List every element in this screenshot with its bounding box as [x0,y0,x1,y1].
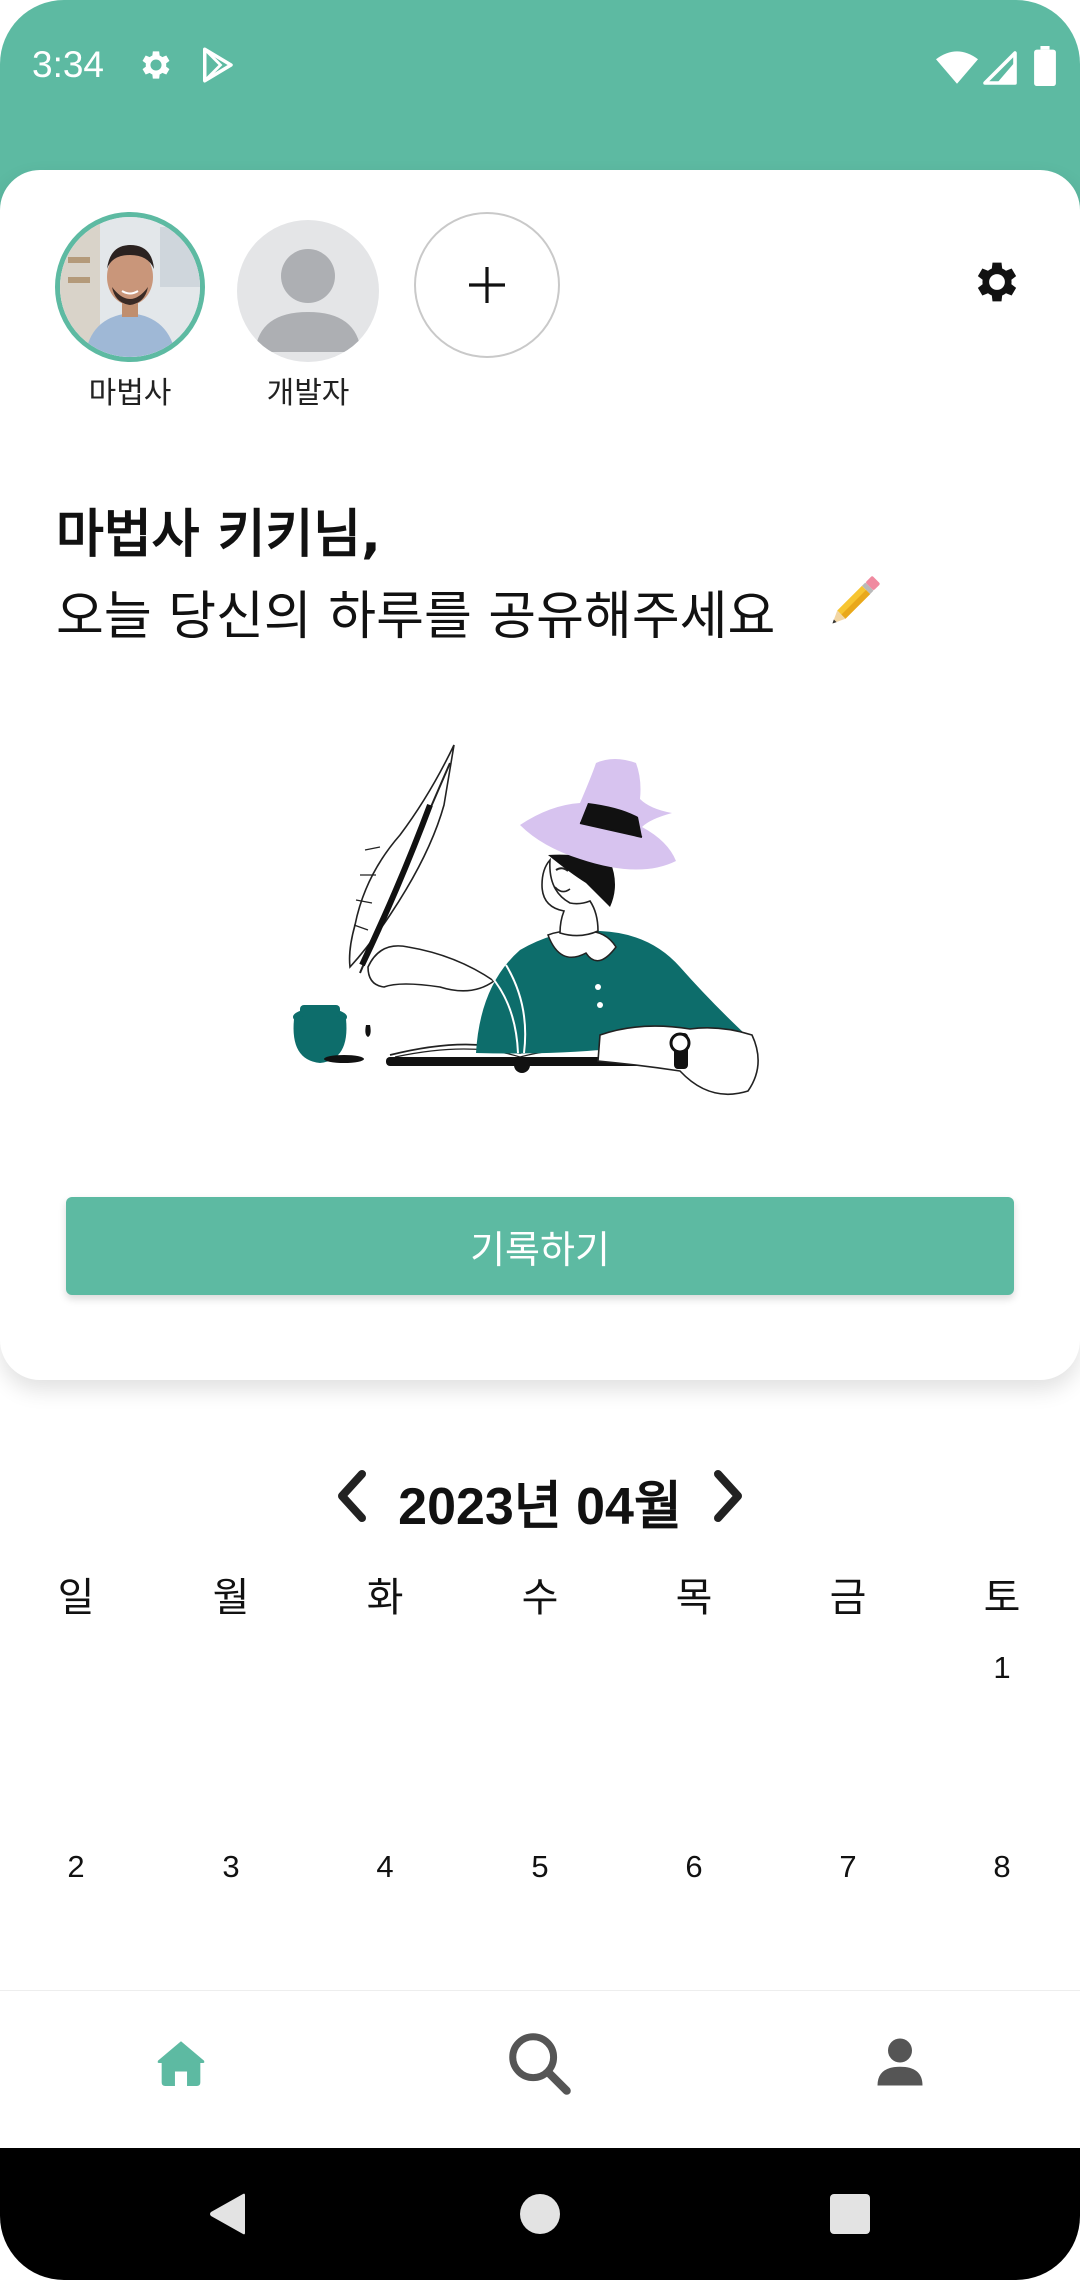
battery-icon [1034,46,1056,86]
bottom-navigation [0,1990,1080,2148]
status-time: 3:34 [32,44,105,85]
search-icon [509,2033,571,2095]
greeting-title: 마법사 키키님, [56,505,381,565]
weekday-thu: 목 [675,1575,713,1621]
nav-home[interactable] [141,2023,221,2103]
weekday-fri: 금 [829,1575,867,1621]
calendar-day[interactable]: 5 [500,1849,580,1885]
greeting-subtitle: 오늘 당신의 하루를 공유해주세요 [56,587,776,647]
profile-name: 개발자 [266,376,350,411]
calendar-day[interactable]: 4 [345,1849,425,1885]
profile-wizard[interactable]: 마법사 [55,212,205,412]
profile-name: 마법사 [88,376,172,411]
nav-profile[interactable] [860,2023,940,2103]
chevron-right-icon[interactable] [704,1468,750,1524]
weekday-sun: 일 [57,1575,95,1621]
placeholder-person-icon [237,220,379,362]
calendar-day[interactable]: 2 [36,1849,116,1885]
weekday-sat: 토 [983,1575,1021,1621]
calendar-weekday-header: 일 월 화 수 목 금 토 [0,1565,1080,1625]
signal-icon [983,51,1017,85]
avatar-photo [60,217,200,357]
calendar-day[interactable]: 8 [962,1849,1042,1885]
system-home-button[interactable] [508,2182,572,2246]
avatar [55,212,205,362]
back-triangle-icon [210,2193,245,2235]
home-icon [157,2041,205,2086]
weekday-tue: 화 [366,1575,404,1621]
app-screen: 3:34 마법사 개발자 마법사 키키님, 오늘 당신의 하루를 공유해주세요 … [0,0,1080,2280]
calendar-month-nav: 2023년 04월 [0,1460,1080,1536]
calendar-week-row: 1 [0,1650,1080,1700]
chevron-left-icon[interactable] [330,1468,376,1524]
record-button[interactable]: 기록하기 [66,1197,1014,1295]
system-recents-button[interactable] [818,2182,882,2246]
add-profile-button[interactable] [412,212,562,358]
calendar-month-title: 2023년 04월 [398,1478,682,1536]
wizard-writing-illustration [293,744,759,1095]
gear-icon [142,51,170,79]
nav-search[interactable] [499,2023,579,2103]
calendar-day[interactable]: 1 [962,1650,1042,1686]
system-back-button[interactable] [196,2182,260,2246]
home-circle-icon [520,2194,560,2234]
calendar-day[interactable]: 7 [808,1849,888,1885]
plus-icon [469,267,505,303]
pencil-emoji [832,576,880,624]
calendar-day[interactable]: 6 [654,1849,734,1885]
calendar-day[interactable]: 3 [191,1849,271,1885]
settings-gear-icon[interactable] [970,255,1024,309]
play-store-icon [203,47,233,83]
calendar-week-row: 2 3 4 5 6 7 8 [0,1849,1080,1899]
wifi-icon [936,51,978,84]
weekday-wed: 수 [521,1575,559,1621]
system-navigation-bar [0,2148,1080,2280]
weekday-mon: 월 [212,1575,250,1621]
profile-icon [877,2038,923,2086]
recents-square-icon [830,2194,870,2234]
profile-developer[interactable]: 개발자 [233,212,383,412]
